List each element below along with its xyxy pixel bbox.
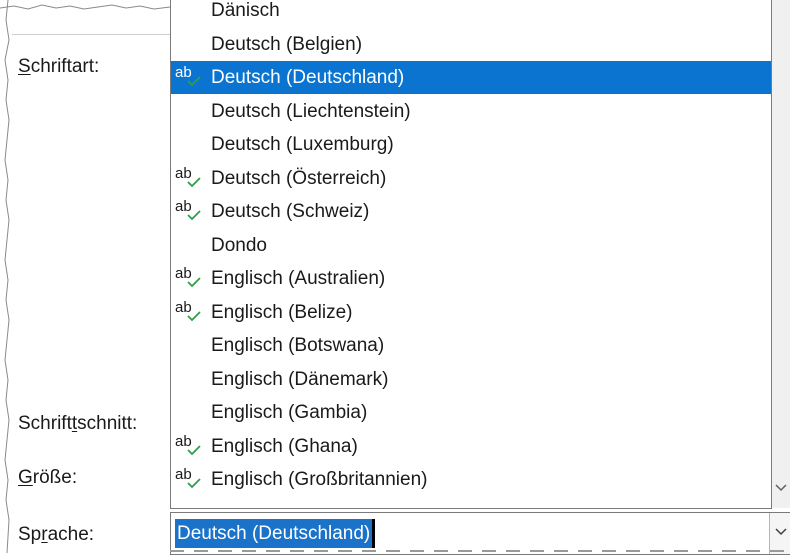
language-option-label: Dondo	[211, 234, 267, 256]
check-mark-icon	[187, 478, 201, 489]
spellcheck-icon: ab	[175, 61, 209, 94]
torn-edge-bottom	[170, 550, 790, 552]
dropdown-scrollbar[interactable]	[772, 0, 790, 508]
language-label: Sprache:	[18, 524, 95, 545]
separator	[12, 34, 172, 35]
font-style-label: Schrifttschnitt:	[18, 413, 138, 434]
spellcheck-icon: ab	[175, 195, 209, 228]
language-option[interactable]: ab Englisch (Ghana)	[171, 430, 771, 463]
spellcheck-icon: ab	[175, 296, 209, 329]
language-option[interactable]: ab Englisch (Belize)	[171, 296, 771, 329]
language-option[interactable]: Deutsch (Liechtenstein)	[171, 95, 771, 128]
language-option[interactable]: ab Englisch (Australien)	[171, 262, 771, 295]
language-option-label: Englisch (Ghana)	[211, 435, 358, 457]
torn-edge-left	[4, 0, 10, 553]
language-option-label: Englisch (Australien)	[211, 268, 386, 289]
language-option-label: Deutsch (Liechtenstein)	[211, 100, 411, 122]
language-option-label: Englisch (Botswana)	[211, 335, 385, 356]
character-dialog: Schriftart: Schrifttschnitt: Größe: Spra…	[0, 0, 790, 555]
language-option[interactable]: Englisch (Gambia)	[171, 396, 771, 429]
language-option[interactable]: ab Deutsch (Schweiz)	[171, 195, 771, 228]
language-option-label: Dänisch	[211, 0, 280, 21]
language-option[interactable]: ab Deutsch (Deutschland)	[171, 61, 771, 94]
check-mark-icon	[187, 176, 201, 187]
language-option-label: Deutsch (Österreich)	[211, 167, 387, 189]
language-option-label: Deutsch (Schweiz)	[211, 201, 370, 222]
language-option[interactable]: ab Englisch (Großbritannien)	[171, 463, 771, 496]
language-option[interactable]: Englisch (Dänemark)	[171, 363, 771, 396]
scroll-down-icon[interactable]	[774, 478, 788, 498]
language-option-label: Englisch (Gambia)	[211, 402, 368, 423]
check-mark-icon	[187, 277, 201, 288]
language-option-label: Deutsch (Luxemburg)	[211, 134, 394, 155]
language-option[interactable]: Englisch (Botswana)	[171, 329, 771, 362]
font-label: Schriftart:	[18, 56, 100, 77]
text-cursor	[372, 519, 375, 548]
size-label: Größe:	[18, 467, 78, 488]
language-option-label: Englisch (Dänemark)	[211, 368, 389, 390]
spellcheck-icon: ab	[175, 463, 209, 496]
language-option-label: Deutsch (Belgien)	[211, 33, 363, 55]
language-combobox-button[interactable]	[769, 513, 790, 554]
language-option-label: Englisch (Großbritannien)	[211, 469, 428, 490]
language-dropdown-list[interactable]: Dänisch Deutsch (Belgien) ab Deutsch (Deuts…	[170, 0, 772, 509]
check-mark-icon	[187, 310, 201, 321]
check-mark-icon	[187, 210, 201, 221]
language-option-label: Englisch (Belize)	[211, 301, 353, 323]
language-option[interactable]: ab Deutsch (Österreich)	[171, 162, 771, 195]
check-mark-icon	[187, 76, 201, 87]
chevron-down-icon	[775, 528, 787, 536]
language-option[interactable]: Dänisch	[171, 0, 771, 27]
language-option-label: Deutsch (Deutschland)	[211, 67, 405, 88]
language-option[interactable]: Deutsch (Luxemburg)	[171, 128, 771, 161]
language-option[interactable]: Deutsch (Belgien)	[171, 28, 771, 61]
language-option[interactable]: Dondo	[171, 229, 771, 262]
language-combobox-value[interactable]: Deutsch (Deutschland)	[175, 519, 373, 548]
check-mark-icon	[187, 444, 201, 455]
